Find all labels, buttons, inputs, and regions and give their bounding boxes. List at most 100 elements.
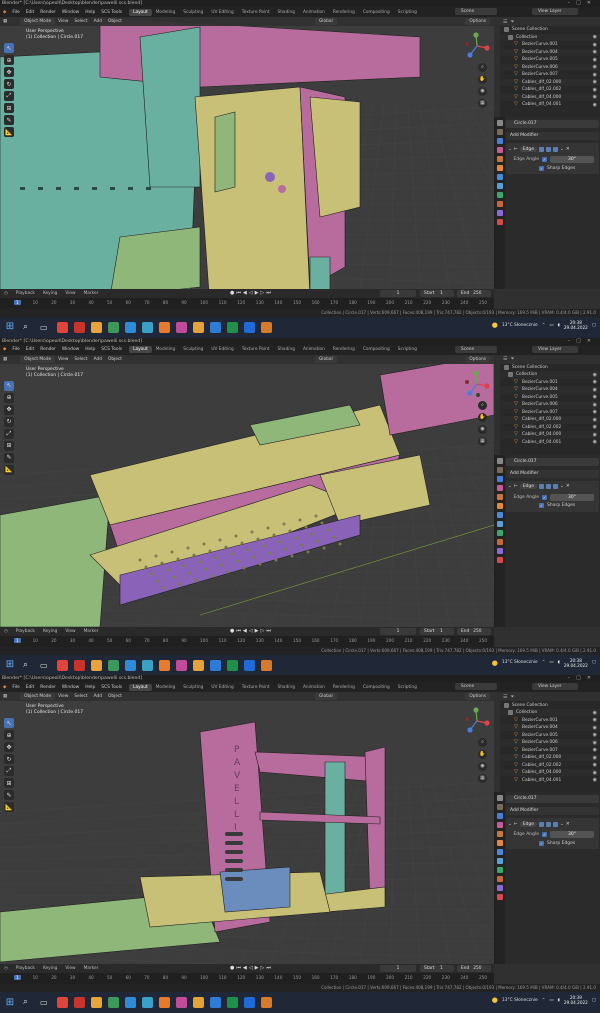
clock[interactable]: 20:38 29.04.2022 xyxy=(564,320,588,330)
tray-arrow-icon[interactable]: ⌃ xyxy=(542,660,546,665)
properties-tab-icon[interactable] xyxy=(497,147,503,153)
properties-tab-icon[interactable] xyxy=(497,840,503,847)
prev-key-icon[interactable]: ◀ xyxy=(243,628,247,634)
outliner-item[interactable]: ▽ Cables_dlf_02.000 ◉ xyxy=(500,78,600,86)
taskbar-app-icon[interactable] xyxy=(125,321,136,333)
window-controls[interactable]: –□✕ xyxy=(568,338,597,345)
annotate-tool-icon[interactable]: ✎ xyxy=(4,115,14,125)
view-layer-selector[interactable]: View Layer xyxy=(532,345,578,353)
sharp-edges-checkbox[interactable]: ✓ xyxy=(539,165,544,171)
menu-scs-tools[interactable]: SCS Tools xyxy=(98,347,125,352)
zoom-icon[interactable]: ⌕ xyxy=(478,63,487,72)
clock[interactable]: 20:38 29.04.2022 xyxy=(564,658,588,668)
taskbar-app-icon[interactable] xyxy=(159,659,170,671)
menu-help[interactable]: Help xyxy=(82,685,98,690)
object-mode-dropdown[interactable]: Object Mode xyxy=(20,18,56,25)
outliner-item[interactable]: ▽ BezierCurve.005 ◉ xyxy=(500,56,600,64)
outliner-item[interactable]: ▽ BezierCurve.001 ◉ xyxy=(500,716,600,724)
play-icon[interactable]: ▶ xyxy=(255,965,259,971)
properties-tab-icon[interactable] xyxy=(497,795,503,802)
menu-file[interactable]: File xyxy=(9,685,22,690)
viewport-menu-view[interactable]: View xyxy=(55,19,71,24)
outliner-item[interactable]: ▽ BezierCurve.001 ◉ xyxy=(500,41,600,49)
visibility-eye-icon[interactable]: ◉ xyxy=(593,777,597,783)
scale-tool-icon[interactable]: ⤢ xyxy=(4,91,14,101)
properties-tab-icon[interactable] xyxy=(497,120,503,126)
properties-tab-icon[interactable] xyxy=(497,511,503,518)
workspace-tab[interactable]: Scripting xyxy=(394,346,421,353)
visibility-eye-icon[interactable]: ◉ xyxy=(593,102,597,108)
object-name-field[interactable]: Circle.017 xyxy=(506,457,599,466)
workspace-tab[interactable]: Texture Paint xyxy=(238,684,274,691)
frame-ruler[interactable]: 1 10 20 30 40 50 60 70 80 90 100 110 120 130 140 150 160… xyxy=(0,635,494,647)
properties-tab-icon[interactable] xyxy=(497,813,503,820)
camera-view-icon[interactable]: ◉ xyxy=(478,424,487,434)
visibility-eye-icon[interactable]: ◉ xyxy=(593,387,597,393)
workspace-tab[interactable]: Sculpting xyxy=(179,9,207,16)
editor-type-icon[interactable]: ▦ xyxy=(0,694,10,699)
properties-tab-icon[interactable] xyxy=(497,493,503,500)
taskbar-app-icon[interactable] xyxy=(261,997,272,1009)
viewport-menu-select[interactable]: Select xyxy=(71,694,90,699)
menu-render[interactable]: Render xyxy=(37,685,59,690)
transform-tool-icon[interactable]: ⊞ xyxy=(4,778,14,789)
workspace-tab[interactable]: Rendering xyxy=(329,684,359,691)
viewport-menu-add[interactable]: Add xyxy=(91,694,105,699)
properties-tab-icon[interactable] xyxy=(497,529,503,536)
workspace-tab[interactable]: UV Editing xyxy=(207,684,237,691)
search-icon[interactable]: ⌕ xyxy=(23,997,34,1008)
rotate-tool-icon[interactable]: ↻ xyxy=(4,79,14,89)
current-frame-field[interactable]: 1 xyxy=(380,290,416,297)
view-layer-selector[interactable]: View Layer xyxy=(532,683,578,691)
play-icon[interactable]: ▶ xyxy=(255,290,259,296)
round-light-2[interactable] xyxy=(278,185,286,193)
timeline-menu-marker[interactable]: Marker xyxy=(80,966,103,971)
window-controls[interactable]: –□✕ xyxy=(568,675,597,682)
frame-ruler[interactable]: 1 10 20 30 40 50 60 70 80 90 100 110 120 130 140 150 160… xyxy=(0,298,494,309)
visibility-eye-icon[interactable]: ◉ xyxy=(593,725,597,731)
edge-angle-value[interactable]: 30° xyxy=(550,156,594,163)
visibility-eye-icon[interactable]: ◉ xyxy=(593,72,597,78)
taskbar-app-icon[interactable] xyxy=(210,659,221,671)
taskbar-app-icon[interactable] xyxy=(176,321,187,333)
editmode-toggle-icon[interactable] xyxy=(539,821,545,827)
edge-angle-value[interactable]: 30° xyxy=(550,831,594,839)
end-frame-field[interactable]: End 250 xyxy=(457,290,491,297)
grid-view-icon[interactable]: ▦ xyxy=(478,436,487,446)
timeline-menu-playback[interactable]: Playback xyxy=(12,629,39,634)
edge-angle-value[interactable]: 30° xyxy=(550,493,594,501)
lettered-plate[interactable] xyxy=(110,226,201,289)
timeline-menu-keying[interactable]: Keying xyxy=(39,629,61,634)
scene-selector[interactable]: Scene xyxy=(455,345,497,353)
weather-sun-icon[interactable]: ● xyxy=(492,321,498,329)
workspace-tab[interactable]: Sculpting xyxy=(179,346,207,353)
timeline-editor-icon[interactable]: ◷ xyxy=(0,629,12,634)
outliner-editor-icon[interactable]: ☰ xyxy=(503,19,507,25)
network-icon[interactable]: ▭ xyxy=(549,660,553,665)
workspace-tab[interactable]: Sculpting xyxy=(179,684,207,691)
outliner-editor-icon[interactable]: ☰ xyxy=(503,356,507,362)
scale-tool-icon[interactable]: ⤢ xyxy=(4,766,14,777)
windows-start-icon[interactable]: ⊞ xyxy=(3,658,17,672)
pan-hand-icon[interactable]: ✋ xyxy=(478,750,487,760)
render-toggle-icon[interactable] xyxy=(553,146,559,152)
properties-tab-icon[interactable] xyxy=(497,894,503,901)
current-frame-field[interactable]: 1 xyxy=(380,627,416,635)
menu-scs-tools[interactable]: SCS Tools xyxy=(98,685,125,690)
outliner-item[interactable]: Collection ◉ xyxy=(500,708,600,717)
camera-view-icon[interactable]: ◉ xyxy=(478,87,487,96)
taskbar-app-icon[interactable] xyxy=(57,659,68,671)
properties-tab-icon[interactable] xyxy=(497,858,503,865)
measure-tool-icon[interactable]: 📐 xyxy=(4,127,14,137)
taskbar-app-icon[interactable] xyxy=(91,321,102,333)
jump-end-icon[interactable]: ⏭ xyxy=(266,965,271,971)
taskbar-app-icon[interactable] xyxy=(193,659,204,671)
workspace-tab[interactable]: Animation xyxy=(299,346,329,353)
grid-view-icon[interactable]: ▦ xyxy=(478,99,487,108)
render-toggle-icon[interactable] xyxy=(553,484,559,490)
workspace-tab[interactable]: Shading xyxy=(273,346,298,353)
network-icon[interactable]: ▭ xyxy=(549,998,553,1003)
front-section[interactable] xyxy=(0,494,111,627)
options-button[interactable]: Options xyxy=(465,693,490,701)
inner-plate[interactable] xyxy=(214,111,236,193)
